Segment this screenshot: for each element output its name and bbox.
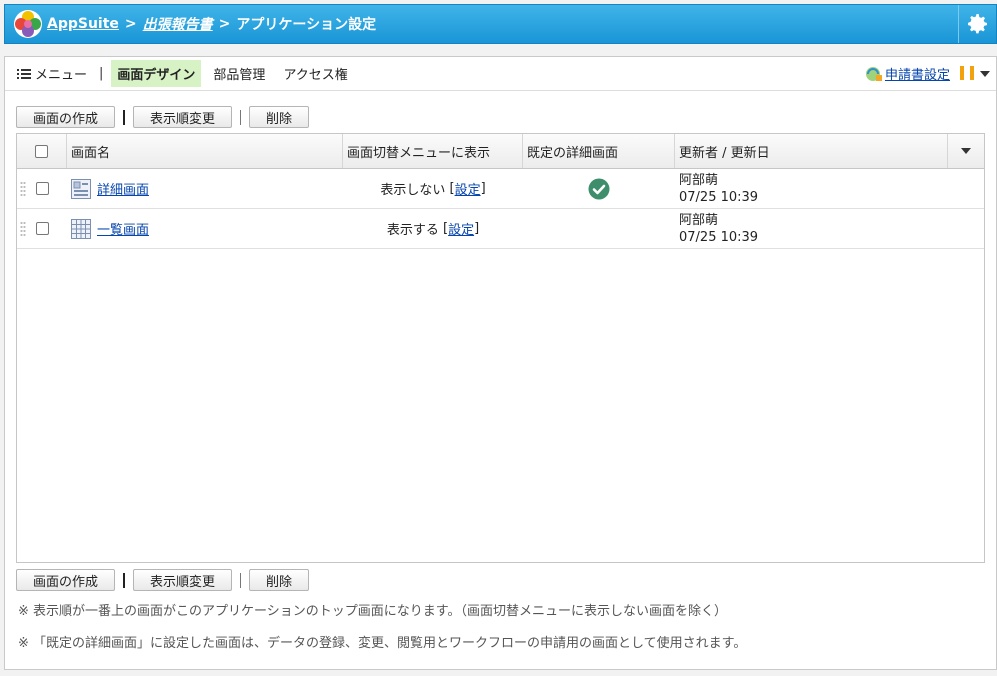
- updater-name: 阿部萌: [679, 212, 719, 228]
- column-header-default[interactable]: 既定の詳細画面: [523, 134, 675, 168]
- drag-handle-icon[interactable]: [20, 181, 26, 197]
- app-header: AppSuite > 出張報告書 > アプリケーション設定: [4, 4, 997, 44]
- row-checkbox-cell: [17, 169, 67, 208]
- breadcrumb: AppSuite > 出張報告書 > アプリケーション設定: [47, 14, 376, 34]
- reorder-button[interactable]: 表示順変更: [133, 569, 233, 591]
- screen-name-link[interactable]: 一覧画面: [97, 219, 149, 238]
- main-panel: メニュー | 画面デザイン 部品管理 アクセス権 申請書設定 画面の作成 表示順…: [4, 56, 997, 670]
- table-header: 画面名 画面切替メニューに表示 既定の詳細画面 更新者 / 更新日: [17, 134, 984, 169]
- more-menu-caret-icon[interactable]: [980, 71, 990, 77]
- row-updated-cell: 阿部萌 07/25 10:39: [675, 169, 948, 208]
- breadcrumb-app-link[interactable]: AppSuite: [47, 16, 119, 32]
- row-checkbox[interactable]: [35, 222, 49, 235]
- row-updated-cell: 阿部萌 07/25 10:39: [675, 209, 948, 248]
- delete-button[interactable]: 削除: [249, 106, 310, 128]
- list-icon: [17, 68, 31, 79]
- tab-divider: |: [99, 66, 104, 81]
- pause-icon[interactable]: [960, 66, 974, 82]
- toolbar-separator: [123, 572, 126, 588]
- tab-screen-design[interactable]: 画面デザイン: [111, 60, 202, 87]
- create-screen-button[interactable]: 画面の作成: [16, 569, 116, 591]
- tab-parts-management[interactable]: 部品管理: [207, 60, 271, 87]
- column-header-name[interactable]: 画面名: [67, 134, 343, 168]
- apply-settings: 申請書設定: [865, 64, 950, 83]
- gear-icon: [967, 14, 987, 34]
- row-checkbox[interactable]: [35, 182, 49, 195]
- menu-button[interactable]: メニュー: [17, 64, 87, 83]
- settings-button[interactable]: [958, 5, 996, 43]
- menu-label: メニュー: [35, 68, 88, 83]
- create-screen-button[interactable]: 画面の作成: [16, 106, 116, 128]
- breadcrumb-report-link[interactable]: 出張報告書: [143, 14, 213, 34]
- row-menu-cell: 表示しない [設定]: [380, 179, 486, 198]
- row-checkbox-cell: [17, 209, 67, 248]
- list-screen-icon: [71, 218, 91, 239]
- application-form-icon: [865, 66, 882, 81]
- row-default-cell: [523, 209, 675, 248]
- chevron-down-icon: [961, 148, 971, 154]
- delete-button[interactable]: 削除: [249, 569, 310, 591]
- row-default-cell: [523, 169, 675, 208]
- tab-bar: メニュー | 画面デザイン 部品管理 アクセス権 申請書設定: [5, 57, 996, 91]
- breadcrumb-separator: >: [124, 16, 137, 32]
- page-title: アプリケーション設定: [236, 17, 377, 33]
- reorder-button[interactable]: 表示順変更: [133, 106, 233, 128]
- column-options-button[interactable]: [948, 134, 984, 168]
- table-row: 詳細画面 表示しない [設定] 阿部萌 07/25 10:39: [17, 169, 984, 209]
- row-name-cell: 一覧画面: [67, 209, 343, 248]
- apply-settings-link[interactable]: 申請書設定: [885, 64, 950, 83]
- screen-name-link[interactable]: 詳細画面: [97, 179, 149, 198]
- header-checkbox-cell: [17, 134, 67, 168]
- check-circle-icon: [588, 178, 610, 199]
- appsuite-logo-icon[interactable]: [13, 9, 43, 39]
- toolbar-separator: [240, 572, 242, 588]
- updater-name: 阿部萌: [679, 172, 719, 188]
- note-top-screen: ※ 表示順が一番上の画面がこのアプリケーションのトップ画面になります。（画面切替…: [18, 604, 727, 619]
- drag-handle-icon[interactable]: [20, 221, 26, 237]
- updated-date: 07/25 10:39: [679, 229, 759, 245]
- toolbar-top: 画面の作成 表示順変更 削除: [16, 106, 310, 128]
- table-row: 一覧画面 表示する [設定] 阿部萌 07/25 10:39: [17, 209, 984, 249]
- menu-setting-link[interactable]: 設定: [448, 219, 474, 238]
- column-header-menu[interactable]: 画面切替メニューに表示: [343, 134, 523, 168]
- note-default-screen: ※ 「既定の詳細画面」に設定した画面は、データの登録、変更、閲覧用とワークフロー…: [18, 636, 747, 651]
- menu-display-status: 表示する: [386, 223, 439, 238]
- column-header-updated[interactable]: 更新者 / 更新日: [675, 134, 948, 168]
- toolbar-separator: [240, 109, 242, 125]
- row-menu-cell: 表示する [設定]: [386, 219, 480, 238]
- menu-display-status: 表示しない: [380, 183, 446, 198]
- updated-date: 07/25 10:39: [679, 189, 759, 205]
- breadcrumb-separator: >: [218, 16, 231, 32]
- detail-screen-icon: [71, 178, 91, 199]
- menu-setting-link[interactable]: 設定: [455, 179, 481, 198]
- toolbar-separator: [123, 109, 126, 125]
- screen-list-table: 画面名 画面切替メニューに表示 既定の詳細画面 更新者 / 更新日 詳細画面 表…: [16, 133, 985, 563]
- tab-access-rights[interactable]: アクセス権: [277, 60, 353, 87]
- select-all-checkbox[interactable]: [35, 144, 48, 158]
- toolbar-bottom: 画面の作成 表示順変更 削除: [16, 569, 310, 591]
- row-name-cell: 詳細画面: [67, 169, 343, 208]
